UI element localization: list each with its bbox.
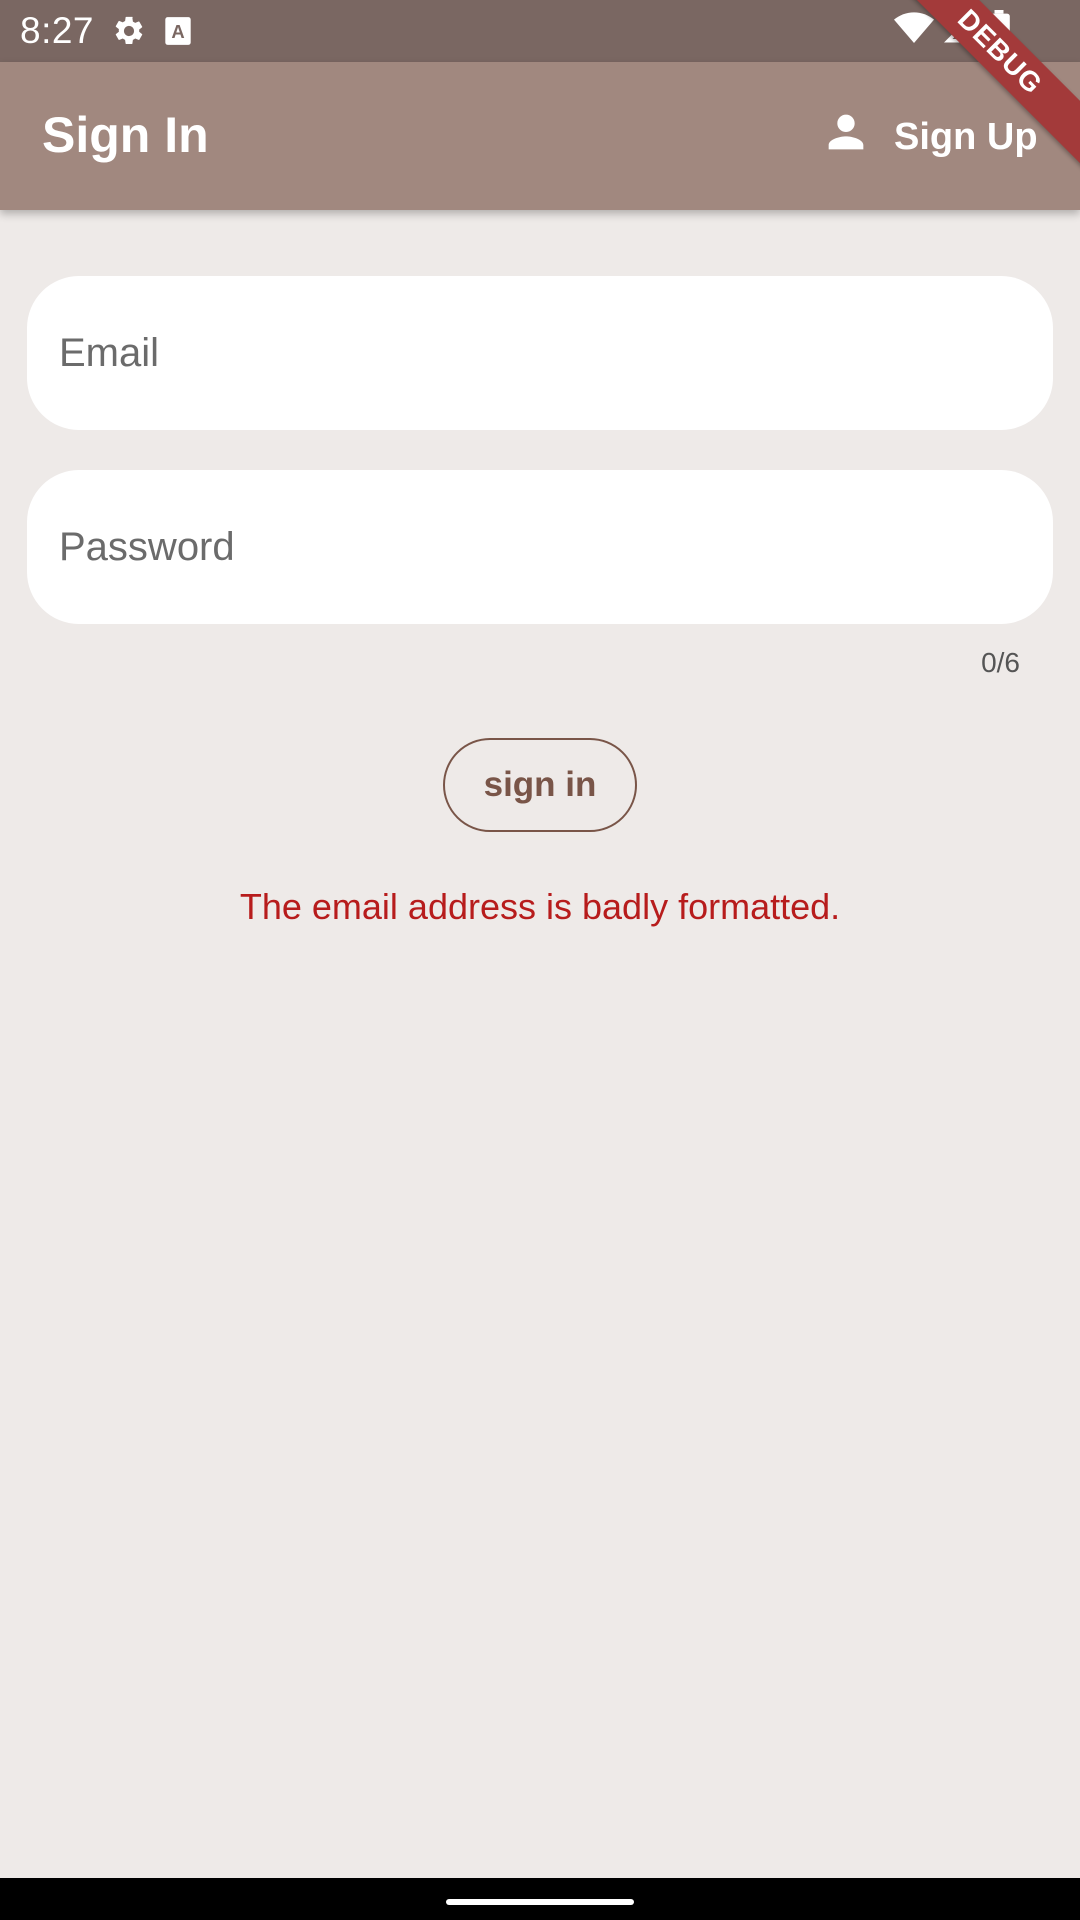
- home-indicator[interactable]: [446, 1899, 634, 1905]
- password-counter: 0/6: [981, 647, 1020, 678]
- password-field[interactable]: [59, 524, 1053, 570]
- email-field[interactable]: [59, 330, 1053, 376]
- wifi-icon: [894, 11, 934, 50]
- gear-icon: [112, 14, 146, 48]
- a-square-icon: A: [164, 16, 192, 46]
- svg-text:A: A: [171, 21, 184, 42]
- sign-in-button[interactable]: sign in: [443, 738, 637, 832]
- error-message: The email address is badly formatted.: [239, 886, 841, 927]
- password-field-container: [27, 470, 1053, 624]
- sign-up-label: Sign Up: [894, 115, 1038, 158]
- app-bar: Sign In Sign Up: [0, 62, 1080, 210]
- email-field-container: [27, 276, 1053, 430]
- person-icon: [820, 106, 872, 168]
- sign-up-button[interactable]: Sign Up: [820, 104, 1038, 170]
- status-time: 8:27: [20, 10, 95, 51]
- page-title: Sign In: [42, 107, 209, 163]
- status-bar: 8:27 A: [0, 0, 1080, 62]
